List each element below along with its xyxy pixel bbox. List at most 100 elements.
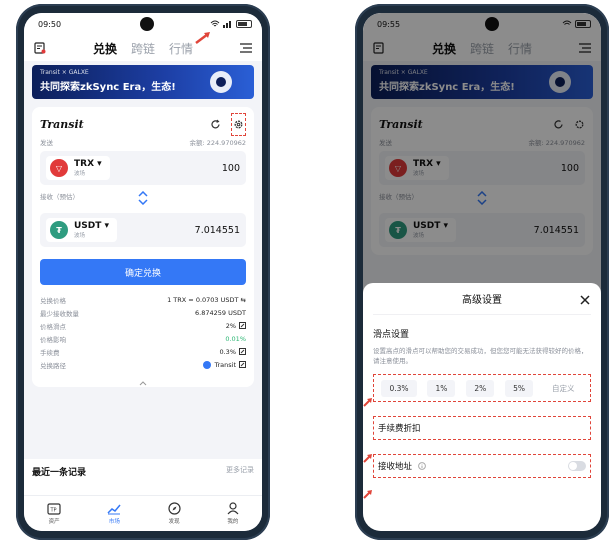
recent-records: 最近一条记录 更多记录 <box>24 459 262 499</box>
slippage-title: 滑点设置 <box>373 330 410 340</box>
bottom-nav: TP 资产 市场 发现 我的 <box>24 495 262 531</box>
to-token-selector[interactable]: ₮ USDT ▾ 波场 <box>46 218 118 242</box>
slippage-option[interactable]: 1% <box>427 379 456 397</box>
promo-banner[interactable]: Transit × GALXE 共同探索zkSync Era，生态! <box>32 65 254 99</box>
from-token-name: TRX <box>74 159 95 169</box>
bottom-tab-label: 我的 <box>227 519 239 525</box>
menu-icon[interactable] <box>239 43 252 53</box>
brand-logo: Transit <box>40 117 84 131</box>
detail-row: 兑换价格 1 TRX = 0.0703 USDT ⇆ <box>40 293 246 306</box>
edit-icon[interactable] <box>239 322 246 329</box>
detail-value: 2% <box>225 321 236 330</box>
receive-address-label: 接收地址 <box>378 462 413 472</box>
slippage-custom-input[interactable]: 自定义 <box>544 379 583 398</box>
swap-arrows-icon <box>138 191 148 205</box>
detail-row: 兑换路径 Transit <box>40 358 246 371</box>
svg-text:TP: TP <box>50 507 57 513</box>
bottom-tab-discover[interactable]: 发现 <box>168 502 181 525</box>
from-token-row: ▽ TRX ▾ 波场 100 <box>40 151 246 185</box>
chart-icon <box>107 504 121 514</box>
status-bar: 09:50 <box>24 13 262 35</box>
detail-row: 价格滑点 2% <box>40 319 246 332</box>
gear-icon[interactable] <box>233 119 244 130</box>
bottom-tab-market[interactable]: 市场 <box>107 503 121 525</box>
pointer-arrow-icon <box>363 398 372 407</box>
recent-title: 最近一条记录 <box>32 468 87 478</box>
fee-discount-row[interactable]: 手续费折扣 <box>373 416 591 440</box>
confirm-swap-button[interactable]: 确定兑换 <box>40 259 246 285</box>
bottom-tab-label: 资产 <box>48 518 60 525</box>
top-nav: 兑换 跨链 行情 <box>24 35 262 61</box>
detail-label: 最少接收数量 <box>40 309 79 318</box>
bottom-tab-label: 发现 <box>168 519 180 525</box>
coin-logo-icon <box>210 71 232 93</box>
wallet-icon: TP <box>47 502 61 515</box>
edit-icon[interactable] <box>239 348 246 355</box>
swap-card-header: Transit <box>40 112 246 136</box>
edit-icon[interactable] <box>239 361 246 368</box>
close-icon <box>580 295 590 305</box>
camera-notch <box>139 17 154 31</box>
send-label: 发送 <box>40 139 53 147</box>
trx-token-icon: ▽ <box>50 159 68 177</box>
from-amount-input[interactable]: 100 <box>222 163 240 174</box>
to-token-name: USDT <box>74 221 102 231</box>
receive-address-toggle[interactable] <box>568 461 586 471</box>
detail-label: 兑换路径 <box>40 361 66 370</box>
detail-row: 手续费 0.3% <box>40 345 246 358</box>
compass-icon <box>168 502 181 515</box>
balance-text: 余额: 224.970962 <box>189 139 246 147</box>
phone-left: 09:50 兑换 跨链 行情 Transit × GALXE 共同探索zkSyn… <box>16 4 270 540</box>
close-button[interactable] <box>579 291 591 310</box>
slippage-option[interactable]: 5% <box>505 379 534 397</box>
settings-highlight <box>231 112 246 136</box>
receive-address-row: 接收地址 <box>373 454 591 478</box>
fee-discount-label: 手续费折扣 <box>378 424 421 434</box>
detail-value: 0.3% <box>219 347 236 356</box>
screen-left: 09:50 兑换 跨链 行情 Transit × GALXE 共同探索zkSyn… <box>24 13 262 531</box>
bottom-tab-label: 市场 <box>108 518 120 525</box>
refresh-icon[interactable] <box>210 119 221 130</box>
detail-value: 6.874259 USDT <box>195 308 246 317</box>
to-token-row: ₮ USDT ▾ 波场 7.014551 <box>40 213 246 247</box>
advanced-settings-sheet: 高级设置 滑点设置 设置高点的滑点可以帮助您的交易成功，但您您可能无法获得较好的… <box>363 283 601 531</box>
swap-card: Transit 发送 余额: 224.970962 ▽ TRX ▾ 波场 100… <box>32 32 254 387</box>
pointer-arrow-icon <box>363 454 372 463</box>
bottom-tab-assets[interactable]: TP 资产 <box>47 502 61 525</box>
detail-row: 价格影响 0.01% <box>40 332 246 345</box>
header-actions <box>210 112 246 136</box>
more-records-link[interactable]: 更多记录 <box>226 465 254 493</box>
detail-label: 价格滑点 <box>40 322 66 331</box>
slippage-option[interactable]: 0.3% <box>381 379 417 397</box>
history-icon[interactable] <box>34 42 46 54</box>
from-token-chain: 波场 <box>74 171 86 177</box>
tab-market[interactable]: 行情 <box>169 40 193 57</box>
bottom-tab-me[interactable]: 我的 <box>227 502 239 525</box>
signal-icon <box>223 21 231 28</box>
pointer-arrow-icon <box>363 490 372 499</box>
detail-row: 最少接收数量 6.874259 USDT <box>40 306 246 319</box>
from-token-selector[interactable]: ▽ TRX ▾ 波场 <box>46 156 110 180</box>
usdt-token-icon: ₮ <box>50 221 68 239</box>
to-amount-value: 7.014551 <box>194 224 240 236</box>
tab-swap[interactable]: 兑换 <box>93 40 117 57</box>
slippage-description: 设置高点的滑点可以帮助您的交易成功，但您您可能无法获得较好的价格，请注意使用。 <box>373 347 588 365</box>
receive-label: 接收（预估） <box>40 193 79 201</box>
tab-bridge[interactable]: 跨链 <box>131 40 155 57</box>
sheet-title: 高级设置 <box>462 295 502 306</box>
send-row: 发送 余额: 224.970962 <box>40 137 246 147</box>
phone-right: 09:55 兑换 跨链 行情 Transit × GALXE 共同探索zkSyn… <box>355 4 609 540</box>
battery-icon <box>236 20 252 28</box>
collapse-toggle[interactable] <box>40 371 246 386</box>
comparison-stage: 09:50 兑换 跨链 行情 Transit × GALXE 共同探索zkSyn… <box>0 0 615 545</box>
slippage-option[interactable]: 2% <box>466 379 495 397</box>
status-icons <box>210 20 252 28</box>
sheet-header: 高级设置 <box>373 283 591 315</box>
to-token-chain: 波场 <box>74 233 86 239</box>
swap-details: 兑换价格 1 TRX = 0.0703 USDT ⇆ 最少接收数量 6.874259… <box>40 293 246 386</box>
wifi-icon <box>210 20 220 27</box>
user-icon <box>227 502 239 515</box>
pointer-arrow-icon <box>195 32 210 44</box>
info-icon[interactable] <box>418 462 426 470</box>
status-time: 09:50 <box>38 19 62 29</box>
